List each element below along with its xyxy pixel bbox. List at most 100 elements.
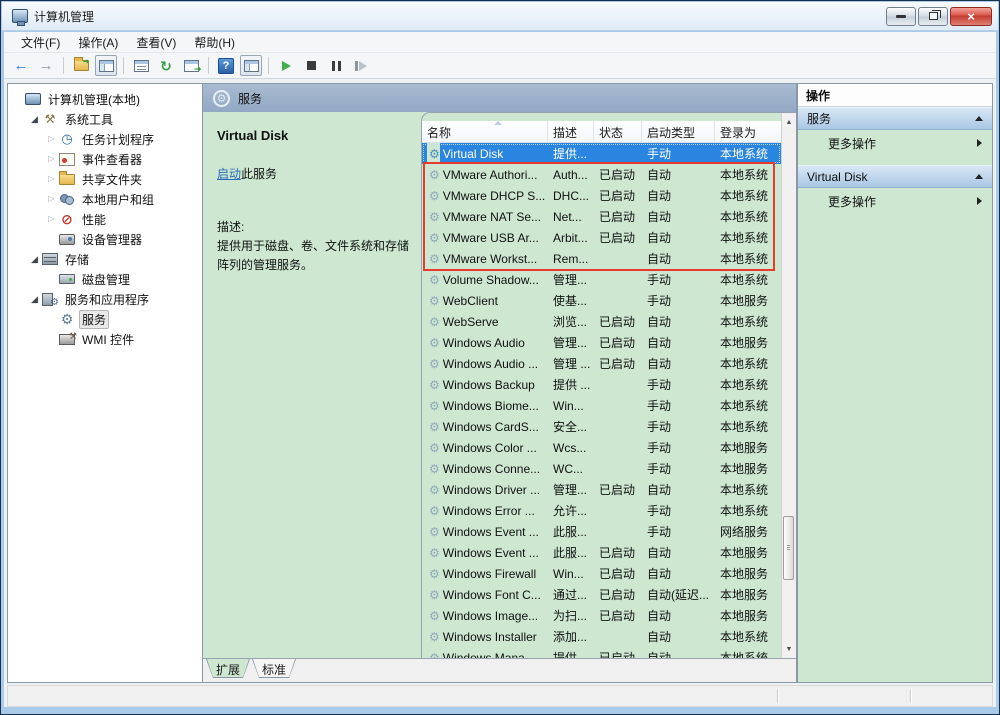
service-row[interactable]: ⚙Windows Backup提供 ...手动本地系统 [422, 374, 781, 395]
menu-help[interactable]: 帮助(H) [185, 32, 244, 53]
tree-item-computer[interactable]: 计算机管理(本地) [8, 89, 202, 109]
tree-item-services[interactable]: 服务 [8, 309, 202, 329]
service-logon-as-cell: 本地系统 [715, 649, 778, 658]
tree-item-wmi[interactable]: WMI 控件 [8, 329, 202, 349]
service-row[interactable]: ⚙Virtual Disk提供...手动本地系统 [422, 143, 781, 164]
collapse-arrow-icon[interactable]: ◢ [27, 295, 42, 304]
expand-arrow-icon[interactable]: ▷ [44, 195, 59, 203]
service-gear-icon: ⚙ [429, 399, 440, 413]
start-service-link[interactable]: 启动 [217, 167, 241, 181]
service-row[interactable]: ⚙Windows Font C...通过...已启动自动(延迟...本地服务 [422, 584, 781, 605]
close-button[interactable]: × [950, 7, 992, 26]
tree-item-device-manager[interactable]: 设备管理器 [8, 229, 202, 249]
collapse-arrow-icon[interactable]: ◢ [27, 115, 42, 124]
more-actions-item[interactable]: 更多操作 [798, 188, 992, 214]
service-row[interactable]: ⚙Windows CardS...安全...手动本地系统 [422, 416, 781, 437]
refresh-button[interactable]: ↻ [155, 55, 177, 76]
service-name-text: Windows Conne... [443, 462, 540, 476]
tree-item-event-viewer[interactable]: ▷事件查看器 [8, 149, 202, 169]
show-hide-tree-button[interactable] [240, 55, 262, 76]
service-name-text: Windows Event ... [443, 525, 539, 539]
actions-group: Virtual Disk更多操作 [798, 165, 992, 214]
minimize-button[interactable] [886, 7, 916, 26]
service-logon-as-cell: 本地服务 [715, 586, 778, 603]
service-row[interactable]: ⚙Windows Audio管理...已启动自动本地服务 [422, 332, 781, 353]
tree-item-system-tools[interactable]: ◢系统工具 [8, 109, 202, 129]
service-row[interactable]: ⚙WebClient使基...手动本地服务 [422, 290, 781, 311]
service-row[interactable]: ⚙VMware USB Ar...Arbit...已启动自动本地系统 [422, 227, 781, 248]
service-name-cell: ⚙WebClient [422, 294, 548, 308]
expand-arrow-icon[interactable]: ▷ [44, 135, 59, 143]
service-row[interactable]: ⚙Windows FirewallWin...已启动自动本地服务 [422, 563, 781, 584]
tab-standard[interactable]: 标准 [252, 659, 296, 678]
window-list-button[interactable] [130, 55, 152, 76]
back-button[interactable]: ← [10, 55, 32, 76]
service-row[interactable]: ⚙Windows Error ...允许...手动本地系统 [422, 500, 781, 521]
tree-item-label: 服务 [79, 310, 109, 329]
tree-item-label: 磁盘管理 [79, 270, 133, 289]
service-row[interactable]: ⚙WebServe浏览...已启动自动本地系统 [422, 311, 781, 332]
service-row[interactable]: ⚙VMware DHCP S...DHC...已启动自动本地系统 [422, 185, 781, 206]
console-window-button[interactable] [95, 55, 117, 76]
export-list-button[interactable] [180, 55, 202, 76]
service-row[interactable]: ⚙Windows Event ...此服...已启动自动本地服务 [422, 542, 781, 563]
actions-group-header[interactable]: 服务 [798, 107, 992, 130]
column-header-description[interactable]: 描述 [548, 121, 594, 142]
scroll-down-arrow-icon[interactable]: ▼ [783, 642, 795, 656]
tab-extended[interactable]: 扩展 [206, 659, 250, 678]
tree-item-disk-management[interactable]: 磁盘管理 [8, 269, 202, 289]
up-folder-button[interactable] [70, 55, 92, 76]
service-row[interactable]: ⚙Windows Image...为扫...已启动自动本地服务 [422, 605, 781, 626]
storage-icon [42, 253, 58, 265]
tree-item-local-users[interactable]: ▷本地用户和组 [8, 189, 202, 209]
service-startup-type-cell: 自动(延迟... [642, 586, 715, 603]
vertical-scrollbar[interactable]: ▲ ▼ [781, 113, 796, 658]
service-row[interactable]: ⚙VMware Authori...Auth...已启动自动本地系统 [422, 164, 781, 185]
tree-item-storage[interactable]: ◢存储 [8, 249, 202, 269]
tree-item-services-apps[interactable]: ◢服务和应用程序 [8, 289, 202, 309]
menu-action[interactable]: 操作(A) [69, 32, 127, 53]
service-row[interactable]: ⚙Windows Conne...WC...手动本地服务 [422, 458, 781, 479]
restart-service-button[interactable] [350, 55, 372, 76]
tree-item-shared-folders[interactable]: ▷共享文件夹 [8, 169, 202, 189]
service-row[interactable]: ⚙Windows Color ...Wcs...手动本地服务 [422, 437, 781, 458]
service-row[interactable]: ⚙Windows Biome...Win...手动本地系统 [422, 395, 781, 416]
tree-item-performance[interactable]: ▷性能 [8, 209, 202, 229]
pause-service-button[interactable] [325, 55, 347, 76]
column-header-status[interactable]: 状态 [594, 121, 642, 142]
more-actions-item[interactable]: 更多操作 [798, 130, 992, 156]
collapse-group-icon[interactable] [975, 116, 983, 121]
scroll-up-arrow-icon[interactable]: ▲ [783, 115, 795, 129]
actions-group-header[interactable]: Virtual Disk [798, 165, 992, 188]
titlebar[interactable]: 计算机管理 × [2, 2, 998, 31]
expand-arrow-icon[interactable]: ▷ [44, 155, 59, 163]
service-row[interactable]: ⚙Windows Event ...此服...手动网络服务 [422, 521, 781, 542]
service-row[interactable]: ⚙Volume Shadow...管理...手动本地系统 [422, 269, 781, 290]
service-row[interactable]: ⚙Windows Mana...提供...已启动自动本地系统 [422, 647, 781, 658]
column-header-name[interactable]: 名称 [422, 121, 548, 142]
start-service-button[interactable] [275, 55, 297, 76]
column-header-startup-type[interactable]: 启动类型 [642, 121, 715, 142]
scrollbar-thumb[interactable] [783, 516, 794, 580]
stop-service-button[interactable] [300, 55, 322, 76]
forward-button[interactable]: → [35, 55, 57, 76]
expand-arrow-icon[interactable]: ▷ [44, 175, 59, 183]
menu-view[interactable]: 查看(V) [127, 32, 185, 53]
column-header-logon-as[interactable]: 登录为 [715, 121, 778, 142]
menu-file[interactable]: 文件(F) [12, 32, 69, 53]
service-row[interactable]: ⚙Windows Audio ...管理 ...已启动自动本地系统 [422, 353, 781, 374]
local-users-icon [59, 192, 75, 207]
service-row[interactable]: ⚙VMware NAT Se...Net...已启动自动本地系统 [422, 206, 781, 227]
collapse-arrow-icon[interactable]: ◢ [27, 255, 42, 264]
restore-button[interactable] [918, 7, 948, 26]
service-name-cell: ⚙Windows Image... [422, 609, 548, 623]
service-gear-icon: ⚙ [429, 651, 440, 659]
service-row[interactable]: ⚙VMware Workst...Rem...自动本地系统 [422, 248, 781, 269]
service-row[interactable]: ⚙Windows Driver ...管理...已启动自动本地系统 [422, 479, 781, 500]
expand-arrow-icon[interactable]: ▷ [44, 215, 59, 223]
tree-item-task-scheduler[interactable]: ▷任务计划程序 [8, 129, 202, 149]
help-button[interactable]: ? [215, 55, 237, 76]
collapse-group-icon[interactable] [975, 174, 983, 179]
service-row[interactable]: ⚙Windows Installer添加...自动本地系统 [422, 626, 781, 647]
service-startup-type-cell: 手动 [642, 271, 715, 288]
